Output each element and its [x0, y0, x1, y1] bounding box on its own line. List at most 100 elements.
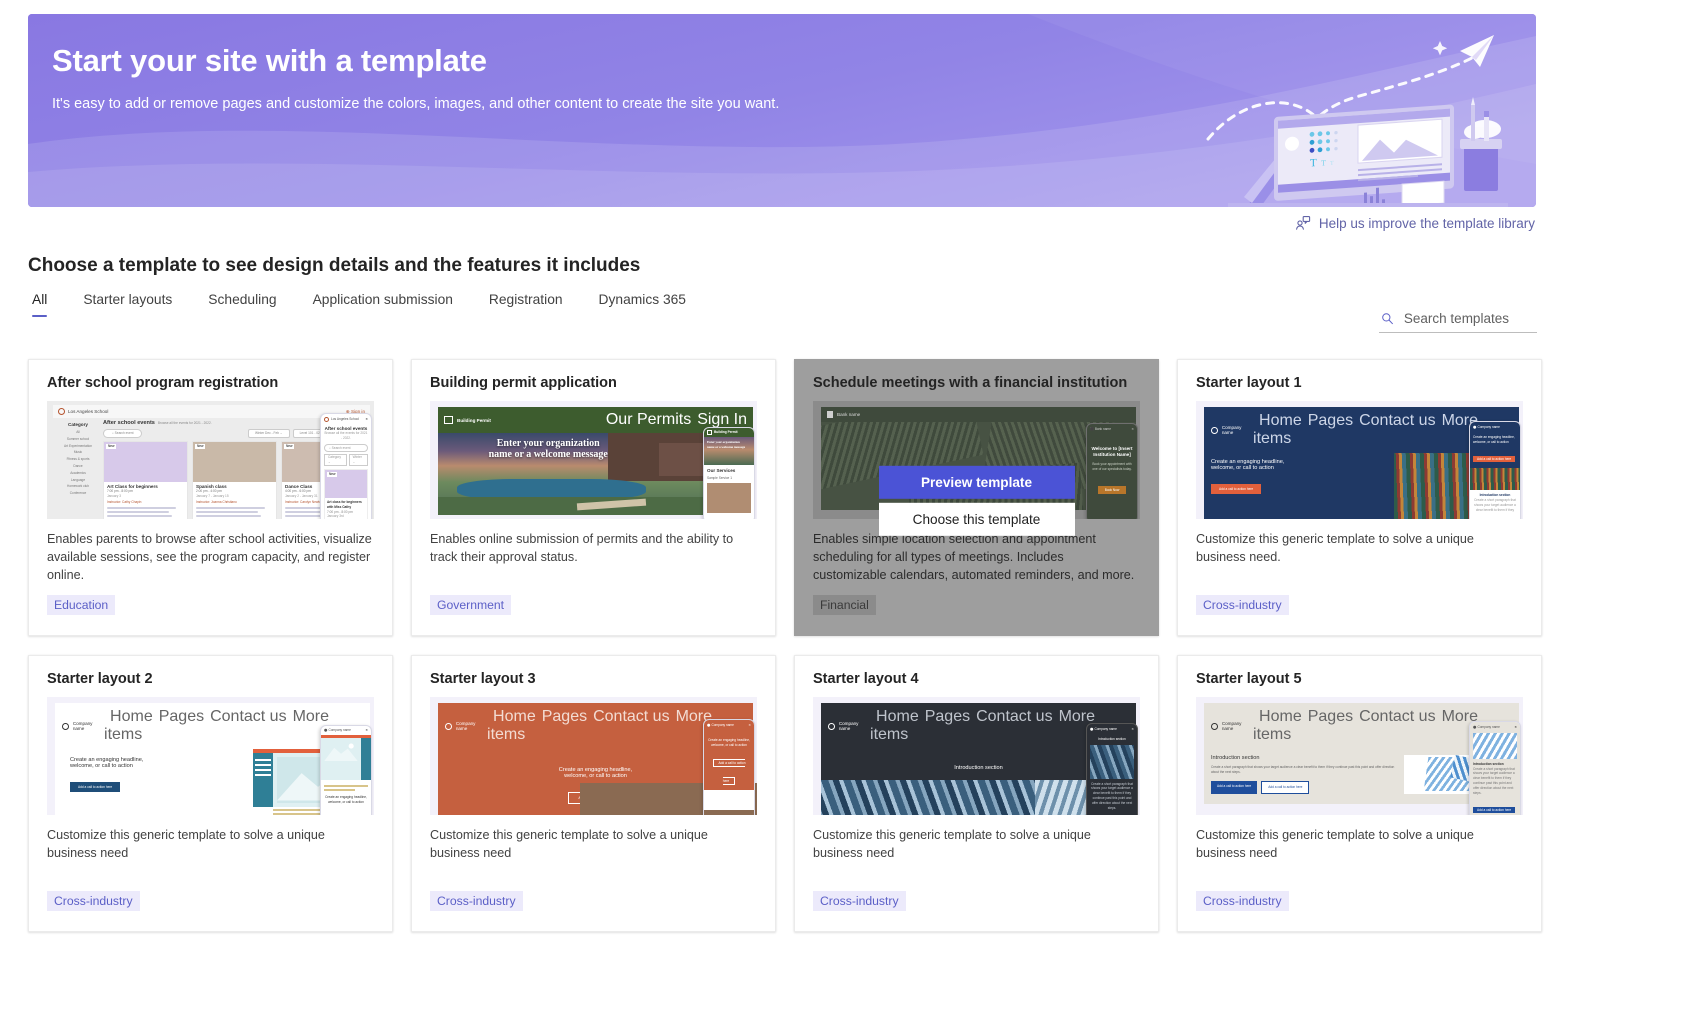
banner-subtitle: It's easy to add or remove pages and cus…	[52, 96, 780, 113]
tab-application-submission[interactable]: Application submission	[295, 292, 471, 317]
mock-phone-cta: Book Now	[1097, 485, 1127, 494]
section-heading: Choose a template to see design details …	[28, 255, 641, 276]
mock-filter: Winter Dec - Feb ⌄	[247, 429, 290, 438]
mock-sidebar-title: Category	[68, 422, 88, 427]
template-thumbnail: Company name Home Pages Contact us More ite…	[813, 697, 1140, 815]
page-title: Start your site with a template	[52, 43, 487, 78]
template-thumbnail: Company name Home Pages Contact us More ite…	[430, 697, 757, 815]
template-gallery-page: T T T Start your site with a template It…	[0, 0, 1685, 1016]
template-category-badge: Cross-industry	[813, 891, 906, 911]
mock-phone-heading: Welcome to [Insert Institution Name]	[1091, 445, 1133, 457]
mock-nav-item: Pages	[541, 708, 588, 725]
template-thumbnail: Company name Home Pages Contact us More ite…	[47, 697, 374, 815]
banner-text-block: Start your site with a template It's eas…	[52, 43, 780, 113]
search-templates-box[interactable]	[1379, 308, 1537, 333]
feedback-person-icon	[1295, 216, 1311, 230]
mock-phone-headline: Create an engaging headline, welcome, or…	[708, 737, 750, 747]
mock-heading: After school events	[103, 420, 155, 426]
mock-sidebar-item: Dance	[73, 463, 83, 468]
mock-starter1-site: Company name Home Pages Contact us More ite…	[1196, 401, 1523, 519]
help-improve-link[interactable]: Help us improve the template library	[1295, 215, 1535, 231]
mock-phone-event: Art class for beginners with Miss Cathy	[327, 499, 362, 509]
mock-phone-item: Sample Service 1	[707, 476, 732, 480]
template-card-description: Customize this generic template to solve…	[430, 828, 708, 860]
template-thumbnail: Building Permit Our Permits Sign In Enter…	[430, 401, 757, 519]
tab-scheduling[interactable]: Scheduling	[190, 292, 294, 317]
mock-phone-body: Create a short paragraph that shows your…	[1091, 781, 1133, 810]
template-card[interactable]: Starter layout 4 Company name Home Pages C…	[794, 655, 1159, 932]
template-thumbnail: Los Angeles School ⊕ Sign in Category Al…	[47, 401, 374, 519]
tab-registration[interactable]: Registration	[471, 292, 581, 317]
mock-cta: Add a call to action here	[70, 782, 121, 792]
mock-sidebar-item: Summer school	[66, 436, 90, 441]
template-category-tabs: All Starter layouts Scheduling Application …	[28, 292, 704, 317]
preview-template-button[interactable]: Preview template	[878, 465, 1075, 499]
template-card-description: Enables parents to browse after school a…	[47, 532, 372, 582]
mock-phone-preview: Los Angeles School ✕ After school events…	[320, 413, 372, 519]
help-improve-label: Help us improve the template library	[1318, 215, 1535, 231]
desk-tablet-illustration: T T T	[1206, 35, 1508, 207]
template-card[interactable]: After school program registration Los An…	[28, 359, 393, 636]
template-card-title: After school program registration	[47, 375, 279, 391]
tab-label: Starter layouts	[83, 292, 173, 307]
mock-hero-line2: name or a welcome message	[488, 448, 608, 460]
template-card[interactable]: Starter layout 2 Company name Home Pages C…	[28, 655, 393, 932]
mock-section-body: Create a short paragraph that shows your…	[1211, 765, 1395, 775]
mock-headline2: welcome, or call to action	[564, 773, 627, 779]
mock-nav-item: Home	[876, 708, 919, 725]
mock-starter5-site: Company name Home Pages Contact us More ite…	[1196, 697, 1523, 815]
tab-all[interactable]: All	[28, 292, 65, 317]
template-card[interactable]: Schedule meetings with a financial insti…	[794, 359, 1159, 636]
template-card[interactable]: Starter layout 3 Company name Home Pages C…	[411, 655, 776, 932]
template-card-title: Starter layout 2	[47, 671, 153, 687]
template-thumbnail: Company name Home Pages Contact us More ite…	[1196, 401, 1523, 519]
choose-template-button[interactable]: Choose this template	[878, 502, 1075, 536]
template-card[interactable]: Starter layout 1 Company name Home Pages C…	[1177, 359, 1542, 636]
mock-hero-line1: Enter your organization	[496, 437, 600, 449]
mock-phone-preview: ⬤ Company name ✕ Create an engaging headl…	[320, 725, 372, 815]
mock-phone-preview: ⬤ Company name Create an engaging headli…	[1469, 421, 1521, 519]
mock-nav-item: Home	[1259, 412, 1302, 429]
search-input[interactable]	[1401, 310, 1535, 327]
mock-nav-item: Contact us	[1359, 412, 1436, 429]
svg-text:T: T	[1321, 158, 1326, 167]
mock-sidebar-item: Conference	[69, 491, 87, 496]
template-card[interactable]: Building permit application Building Per…	[411, 359, 776, 636]
mock-nav-item: Pages	[1307, 412, 1354, 429]
mock-phone-sub: Book your appointment with one of our sp…	[1092, 462, 1132, 471]
tab-label: All	[32, 292, 48, 307]
mock-phone-body: Create a short paragraph that shows your…	[1473, 766, 1515, 795]
template-hover-actions: Preview template Choose this template	[878, 465, 1075, 536]
mock-nav-item: Pages	[1307, 708, 1354, 725]
mock-event-card: New Spanish class 2:00 pm - 4:00 pm Janu…	[192, 440, 277, 519]
template-card-title: Starter layout 4	[813, 671, 919, 687]
mock-brand: Company name	[838, 721, 859, 731]
mock-nav-item: Contact us	[593, 708, 670, 725]
template-card-title: Building permit application	[430, 375, 617, 391]
mock-starter3-site: Company name Home Pages Contact us More ite…	[430, 697, 757, 815]
search-icon	[1382, 313, 1393, 325]
tab-label: Registration	[488, 292, 563, 307]
mock-phone-headline: Create an engaging headline, welcome, or…	[325, 794, 367, 804]
tab-dynamics-365[interactable]: Dynamics 365	[581, 292, 704, 317]
mock-starter4-site: Company name Home Pages Contact us More ite…	[813, 697, 1140, 815]
mock-brand: Los Angeles School	[68, 409, 109, 414]
tab-label: Dynamics 365	[598, 292, 686, 307]
mock-sidebar-item: Art Experimentation	[64, 443, 92, 448]
mock-brand: Company name	[1221, 425, 1242, 435]
mock-brand: Company name	[1221, 721, 1242, 731]
template-card-title: Schedule meetings with a financial insti…	[813, 375, 1128, 391]
hero-banner: T T T Start your site with a template It…	[28, 14, 1536, 207]
tab-starter-layouts[interactable]: Starter layouts	[65, 292, 190, 317]
mock-section-title: Introduction section	[1211, 755, 1260, 761]
tab-label: Scheduling	[208, 292, 277, 307]
template-category-badge: Cross-industry	[1196, 595, 1289, 615]
mock-sidebar-item: Homework club	[67, 484, 89, 489]
mock-brand: Company name	[72, 721, 93, 731]
template-category-badge: Cross-industry	[47, 891, 140, 911]
template-card[interactable]: Starter layout 5 Company name Home Pages C…	[1177, 655, 1542, 932]
mock-event-card: New Art Class for beginners 7:00 pm - 8:…	[103, 440, 188, 519]
template-category-badge: Financial	[813, 595, 876, 615]
mock-starter2-site: Company name Home Pages Contact us More ite…	[47, 697, 374, 815]
template-category-badge: Education	[47, 595, 116, 615]
